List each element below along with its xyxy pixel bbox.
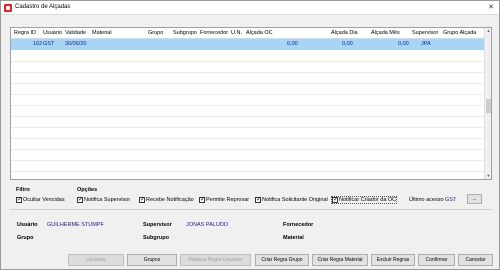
confirmar-button[interactable]: Confirmar <box>418 254 455 266</box>
grid-header: Regra ID Usuário Validade Material Grupo… <box>11 28 485 39</box>
permite-reprovar-label: Permite Reprovar <box>206 197 250 203</box>
col-subgrupo[interactable]: Subgrupo <box>173 30 197 36</box>
col-grupo[interactable]: Grupo <box>148 30 163 36</box>
title-bar: Cadastro de Alçadas ✕ <box>1 1 499 15</box>
cell-validade: 30/06/20 <box>65 41 87 47</box>
filtro-label: Filtro <box>16 187 30 193</box>
cell-supervisor: JPA <box>421 41 431 47</box>
notifica-supervisor-label: Notifica Supervisor <box>84 197 131 203</box>
col-validade[interactable]: Validade <box>65 30 86 36</box>
excluir-regras-button[interactable]: Excluir Regras <box>371 254 415 266</box>
row-divider <box>11 127 485 128</box>
alcadas-window: Cadastro de Alçadas ✕ Regra ID Usuário V… <box>0 0 500 270</box>
table-row-selected[interactable]: 162 GST 30/06/20 0,00 0,00 0,00 JPA <box>11 39 485 50</box>
opcoes-label: Opções <box>77 187 98 193</box>
usuarios-button[interactable]: Usuários <box>68 254 124 266</box>
cancelar-button[interactable]: Cancelar <box>458 254 493 266</box>
notifica-solicitante-checkbox[interactable]: Notifica Solicitante Original <box>254 196 329 204</box>
row-divider <box>11 94 485 95</box>
col-usuario[interactable]: Usuário <box>43 30 62 36</box>
section-divider <box>10 209 492 210</box>
cell-alcada-mes: 0,00 <box>398 41 409 47</box>
col-alcada-oc[interactable]: Alçada OC <box>246 30 273 36</box>
notifica-supervisor-checkbox[interactable]: Notifica Supervisor <box>76 196 131 204</box>
checkbox-checked-icon <box>255 196 261 203</box>
cell-usuario: GST <box>43 41 55 47</box>
row-divider <box>11 160 485 161</box>
close-icon[interactable]: ✕ <box>485 3 497 13</box>
notificar-criador-label: Notificar Criador da OC <box>339 197 397 203</box>
scroll-thumb[interactable] <box>486 99 491 113</box>
ultimo-acesso-label: Último acesso <box>409 197 444 203</box>
cell-regra-id: 162 <box>33 41 43 47</box>
supervisor-value: JONAS PALUDO <box>186 222 229 228</box>
fornecedor-label: Fornecedor <box>283 222 314 228</box>
ultimo-acesso-button[interactable]: ... <box>467 194 482 204</box>
grupos-button[interactable]: Grupos <box>127 254 177 266</box>
col-grupo-alcada[interactable]: Grupo Alçada <box>443 30 476 36</box>
recebe-notificacao-checkbox[interactable]: Recebe Notificação <box>138 196 195 204</box>
window-title: Cadastro de Alçadas <box>15 4 71 10</box>
rules-grid[interactable]: Regra ID Usuário Validade Material Grupo… <box>10 27 492 180</box>
row-divider <box>11 171 485 172</box>
row-divider <box>11 61 485 62</box>
permite-reprovar-checkbox[interactable]: Permite Reprovar <box>198 196 250 204</box>
col-un[interactable]: U.N. <box>231 30 242 36</box>
row-divider <box>11 83 485 84</box>
row-divider <box>11 105 485 106</box>
cell-alcada-oc: 0,00 <box>287 41 298 47</box>
criar-regra-material-button[interactable]: Criar Regra Material <box>312 254 368 266</box>
scroll-up-icon[interactable]: ▲ <box>485 28 492 34</box>
usuario-value: GUILHERME STUMPF <box>47 222 104 228</box>
app-icon <box>4 4 12 12</box>
checkbox-checked-icon <box>199 196 205 203</box>
row-divider <box>11 138 485 139</box>
checkbox-checked-icon <box>332 196 338 203</box>
recebe-notificacao-label: Recebe Notificação <box>146 197 194 203</box>
notificar-criador-checkbox[interactable]: Notificar Criador da OC <box>331 196 398 204</box>
ultimo-acesso-value: GST <box>445 197 457 203</box>
row-divider <box>11 72 485 73</box>
usuario-label: Usuário <box>17 222 38 228</box>
row-divider <box>11 149 485 150</box>
replicar-regra-button[interactable]: Replicar Regra Usuários <box>180 254 251 266</box>
checkbox-checked-icon <box>16 196 22 203</box>
vertical-scrollbar[interactable]: ▲ ▼ <box>484 28 491 179</box>
col-fornecedor[interactable]: Fornecedor <box>200 30 228 36</box>
criar-regra-grupo-button[interactable]: Criar Regra Grupo <box>255 254 309 266</box>
col-alcada-dia[interactable]: Alçada Dia <box>331 30 358 36</box>
checkbox-checked-icon <box>139 196 145 203</box>
grupo-label: Grupo <box>17 235 34 241</box>
ocultar-vencidas-label: Ocultar Vencidas <box>23 197 65 203</box>
supervisor-label: Supervisor <box>143 222 172 228</box>
col-material[interactable]: Material <box>92 30 112 36</box>
col-supervisor[interactable]: Supervisor <box>412 30 438 36</box>
material-label: Material <box>283 235 304 241</box>
cell-alcada-dia: 0,00 <box>342 41 353 47</box>
scroll-down-icon[interactable]: ▼ <box>485 173 492 179</box>
checkbox-checked-icon <box>77 196 83 203</box>
subgrupo-label: Subgrupo <box>143 235 169 241</box>
row-divider <box>11 116 485 117</box>
col-regra-id[interactable]: Regra ID <box>14 30 36 36</box>
notifica-solicitante-label: Notifica Solicitante Original <box>262 197 328 203</box>
ocultar-vencidas-checkbox[interactable]: Ocultar Vencidas <box>15 196 66 204</box>
col-alcada-mes[interactable]: Alçada Mês <box>371 30 400 36</box>
